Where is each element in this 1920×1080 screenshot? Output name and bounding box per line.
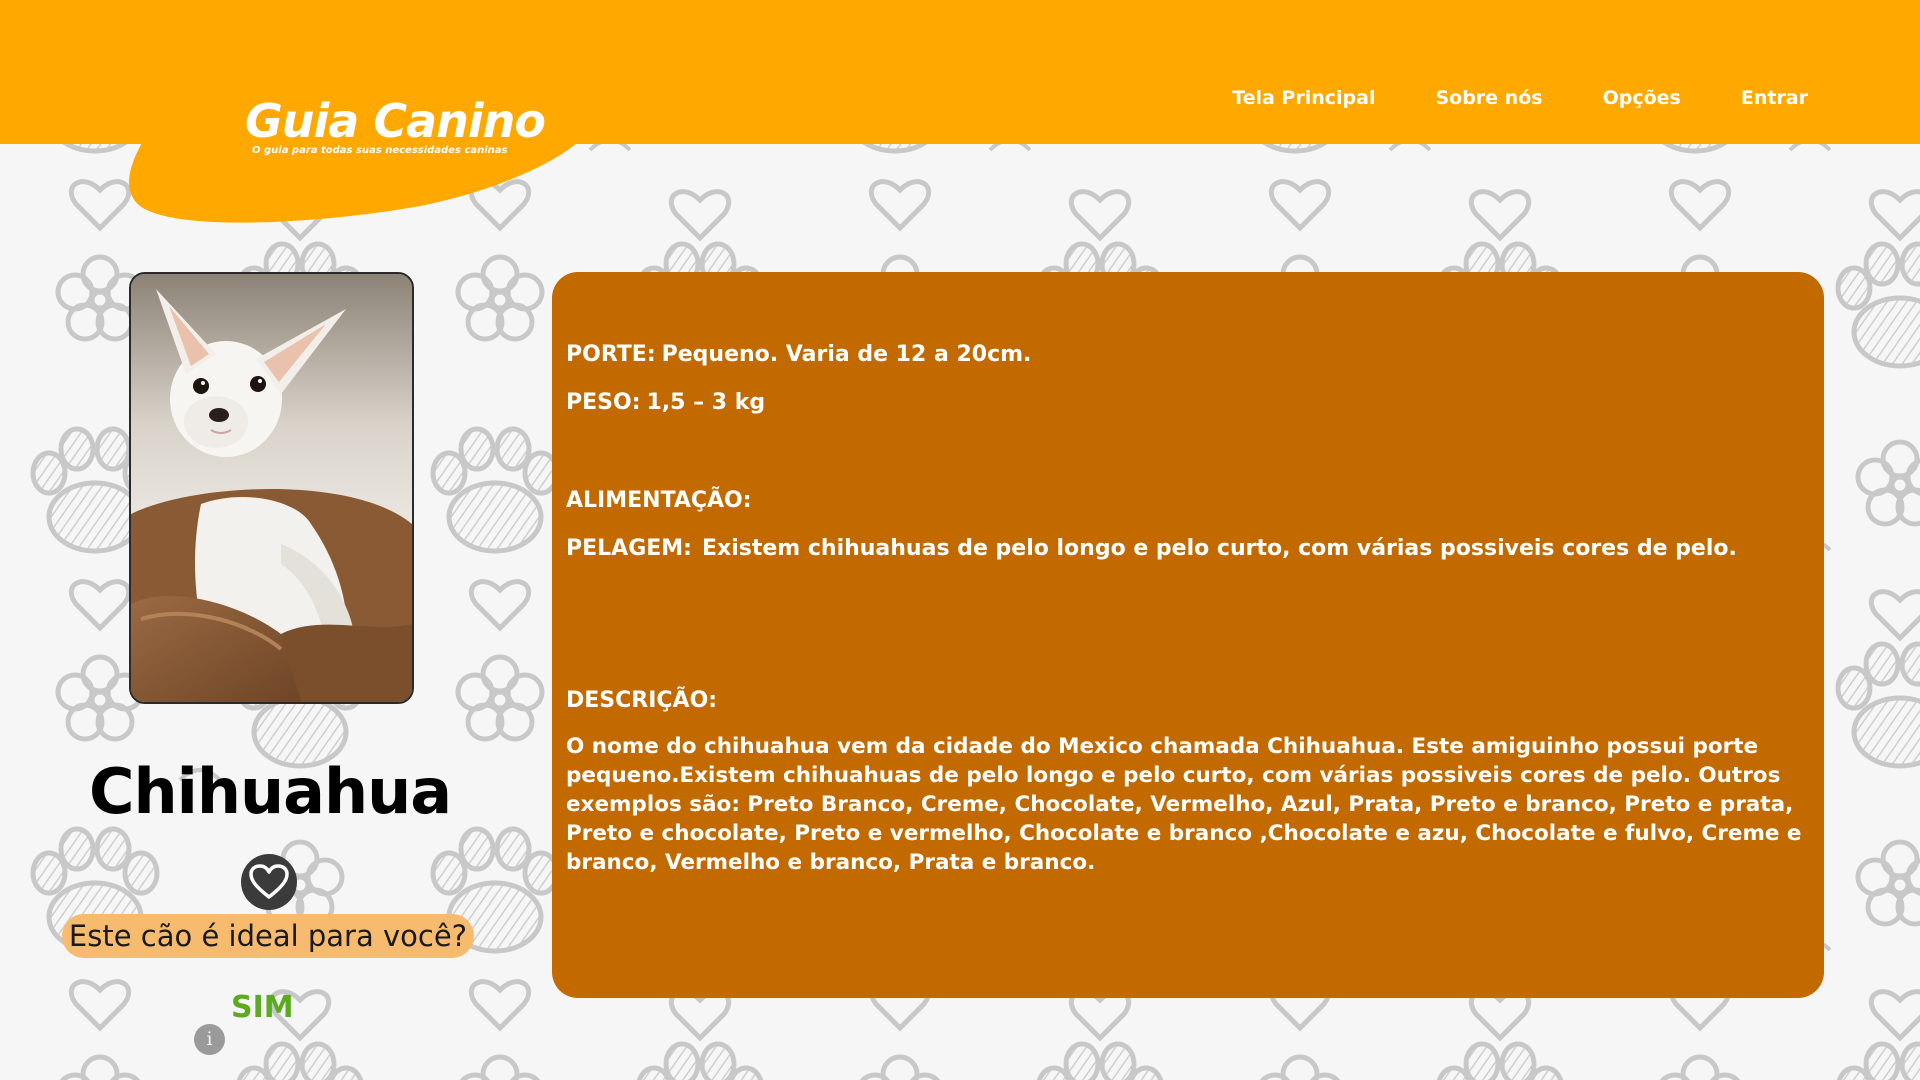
peso-value: 1,5 – 3 kg (646, 390, 766, 415)
pelagem-value: Existem chihuahuas de pelo longo e pelo … (701, 536, 1737, 561)
peso-label: PESO: (566, 390, 641, 415)
breed-info-panel: PORTE: Pequeno. Varia de 12 a 20cm. PESO:… (552, 272, 1824, 998)
main-nav: Tela Principal Sobre nós Opções Entrar (1232, 86, 1808, 110)
info-icon[interactable]: i (194, 1024, 225, 1055)
brand-tagline: O guia para todas suas necessidades cani… (252, 145, 508, 156)
pelagem-field: PELAGEM: Existem chihuahuas de pelo longo… (566, 534, 1802, 563)
porte-field: PORTE: Pequeno. Varia de 12 a 20cm. (566, 340, 1802, 369)
descricao-text: O nome do chihuahua vem da cidade do Mex… (566, 734, 1802, 875)
nav-opcoes[interactable]: Opções (1603, 86, 1681, 110)
favorite-button[interactable] (241, 854, 297, 910)
chihuahua-illustration (131, 274, 412, 702)
nav-tela-principal[interactable]: Tela Principal (1232, 86, 1375, 110)
alimentacao-field: ALIMENTAÇÃO: (566, 486, 1802, 515)
porte-value: Pequeno. Varia de 12 a 20cm. (661, 342, 1032, 367)
brand-title[interactable]: Guia Canino (245, 98, 546, 144)
breed-photo (129, 272, 414, 704)
match-answer: SIM (231, 990, 294, 1025)
peso-field: PESO: 1,5 – 3 kg (566, 388, 1802, 417)
pelagem-label: PELAGEM: (566, 536, 692, 561)
alimentacao-label: ALIMENTAÇÃO: (566, 488, 752, 513)
match-question: Este cão é ideal para você? (62, 914, 474, 958)
breed-name: Chihuahua (88, 755, 452, 828)
porte-label: PORTE: (566, 342, 656, 367)
nav-entrar[interactable]: Entrar (1741, 86, 1808, 110)
heart-icon (249, 864, 289, 899)
descricao-label: DESCRIÇÃO: (566, 688, 718, 713)
nav-sobre-nos[interactable]: Sobre nós (1435, 86, 1542, 110)
